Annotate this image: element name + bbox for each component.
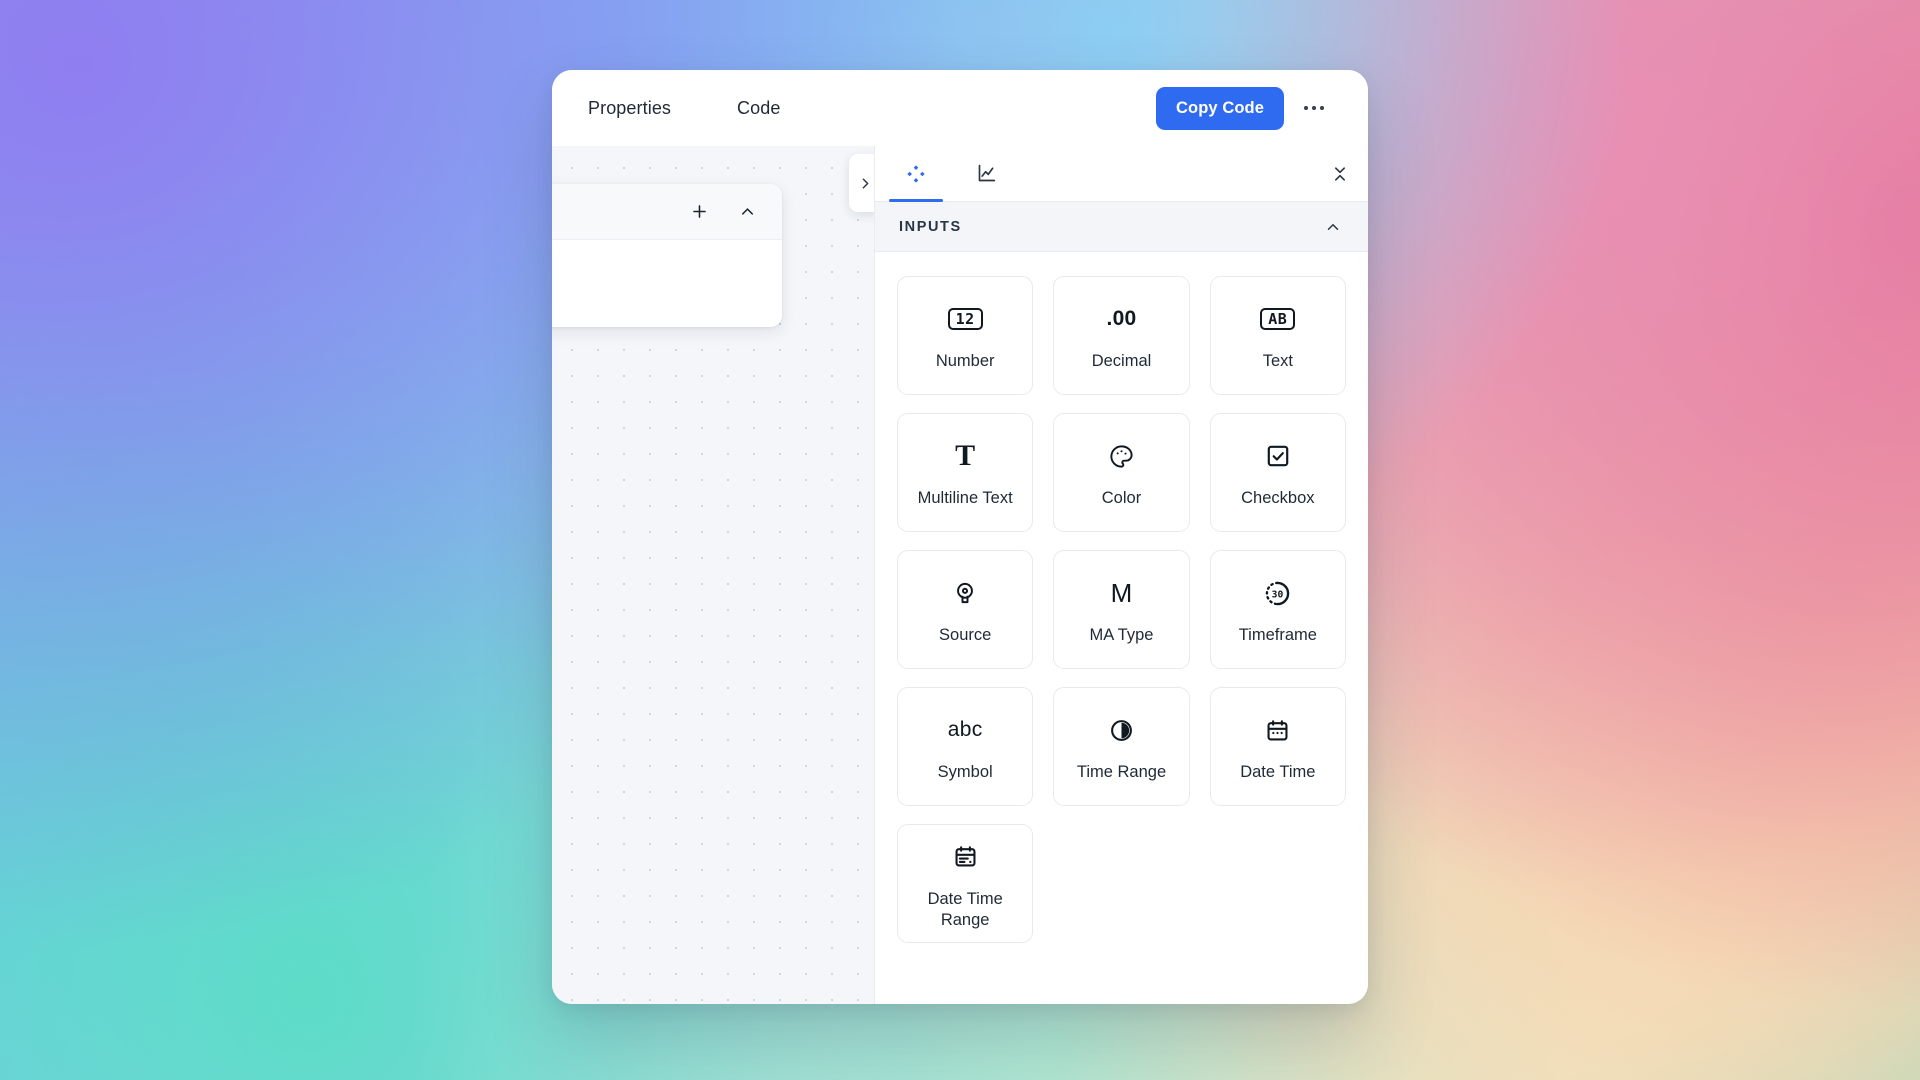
palette-icon	[1108, 436, 1135, 476]
plus-icon	[692, 205, 706, 218]
input-card-date-time-range[interactable]: Date Time Range	[897, 824, 1034, 943]
input-card-time-range[interactable]: Time Range	[1053, 687, 1190, 806]
clock-half-icon	[1109, 710, 1134, 750]
tab-code[interactable]: Code	[735, 92, 782, 125]
calendar-icon	[1265, 710, 1290, 750]
collapse-vertical-icon	[1335, 166, 1345, 181]
input-card-number[interactable]: 12 Number	[897, 276, 1034, 395]
clock-half-icon	[1111, 719, 1132, 741]
input-card-timeframe[interactable]: 30 Timeframe	[1209, 550, 1346, 669]
chevron-up-icon[interactable]	[1324, 218, 1342, 236]
checkbox-checked-icon	[1267, 445, 1289, 467]
copy-code-button[interactable]: Copy Code	[1156, 86, 1284, 130]
input-card-label: Timeframe	[1238, 626, 1317, 645]
node-card[interactable]	[552, 184, 782, 327]
abc-icon: abc	[948, 710, 983, 750]
decimal-point-icon: .00	[1106, 299, 1136, 339]
node-add-button[interactable]	[686, 199, 712, 225]
letter-m-glyph: M	[1110, 578, 1133, 609]
panel-tab-plots[interactable]	[951, 146, 1021, 201]
input-card-color[interactable]: Color	[1053, 413, 1190, 532]
abc-glyph: abc	[947, 718, 983, 742]
calendar-range-icon	[955, 846, 976, 867]
input-card-date-time[interactable]: Date Time	[1209, 687, 1346, 806]
node-collapse-button[interactable]	[734, 199, 760, 225]
input-card-label: Symbol	[937, 763, 993, 782]
input-card-label: Multiline Text	[917, 489, 1013, 508]
timer-30-icon: 30	[1264, 573, 1291, 613]
input-card-symbol[interactable]: abc Symbol	[897, 687, 1034, 806]
more-options-button[interactable]	[1294, 88, 1334, 128]
inputs-card-grid: 12 Number .00 Decimal AB Text T Multilin…	[875, 252, 1368, 1004]
node-canvas[interactable]	[552, 146, 874, 1004]
number-12-glyph: 12	[947, 308, 983, 331]
input-card-label: Checkbox	[1241, 489, 1315, 508]
input-card-text[interactable]: AB Text	[1209, 276, 1346, 395]
input-card-label: Date Time Range	[927, 889, 1003, 929]
calendar-icon	[1267, 719, 1288, 741]
number-12-box-icon: 12	[947, 299, 983, 339]
input-card-label: Source	[939, 626, 992, 645]
app-window: Properties Code Copy Code INPUTS 12 Numb…	[552, 70, 1368, 1004]
line-chart-icon	[978, 164, 995, 182]
input-card-label: MA Type	[1089, 626, 1154, 645]
input-card-checkbox[interactable]: Checkbox	[1209, 413, 1346, 532]
input-card-source[interactable]: Source	[897, 550, 1034, 669]
inspector-panel: INPUTS 12 Number .00 Decimal AB Text T M…	[874, 146, 1368, 1004]
input-card-label: Color	[1101, 489, 1142, 508]
input-card-label: Date Time	[1240, 763, 1316, 782]
text-ab-box-icon: AB	[1260, 299, 1296, 339]
timer-30-icon: 30	[1266, 581, 1290, 605]
window-body: INPUTS 12 Number .00 Decimal AB Text T M…	[552, 146, 1368, 1004]
inputs-section-title: INPUTS	[899, 218, 962, 235]
text-ab-glyph: AB	[1260, 308, 1296, 331]
chevron-right-icon	[862, 178, 868, 188]
input-card-multiline-text[interactable]: T Multiline Text	[897, 413, 1034, 532]
tab-properties[interactable]: Properties	[586, 92, 673, 125]
input-card-ma-type[interactable]: M MA Type	[1053, 550, 1190, 669]
input-card-label: Number	[935, 352, 995, 371]
letter-m-icon: M	[1111, 573, 1133, 613]
inputs-section-header[interactable]: INPUTS	[875, 202, 1368, 252]
input-card-label: Text	[1262, 352, 1293, 371]
diamond-cluster-icon	[907, 164, 925, 183]
node-card-header	[552, 184, 782, 240]
input-card-label: Decimal	[1091, 352, 1152, 371]
decimal-glyph: .00	[1106, 307, 1137, 331]
palette-icon	[1110, 445, 1133, 468]
expand-panel-button[interactable]	[849, 154, 874, 212]
top-toolbar: Properties Code Copy Code	[552, 70, 1368, 146]
more-horizontal-icon	[1304, 106, 1324, 110]
input-card-label: Time Range	[1076, 763, 1167, 782]
svg-text:30: 30	[1272, 589, 1284, 600]
multiline-text-t-icon: T	[955, 436, 975, 476]
map-pin-icon	[952, 573, 978, 613]
map-pin-icon	[957, 583, 974, 604]
serif-t-glyph: T	[955, 439, 976, 473]
panel-tab-inputs[interactable]	[881, 146, 951, 202]
panel-tab-spacer	[1021, 146, 1312, 201]
chevron-up-icon	[741, 208, 753, 215]
input-card-decimal[interactable]: .00 Decimal	[1053, 276, 1190, 395]
checkbox-checked-icon	[1265, 436, 1291, 476]
collapse-all-button[interactable]	[1312, 146, 1368, 201]
node-card-body	[552, 240, 782, 327]
panel-tab-bar	[875, 146, 1368, 202]
calendar-range-icon	[953, 837, 978, 877]
